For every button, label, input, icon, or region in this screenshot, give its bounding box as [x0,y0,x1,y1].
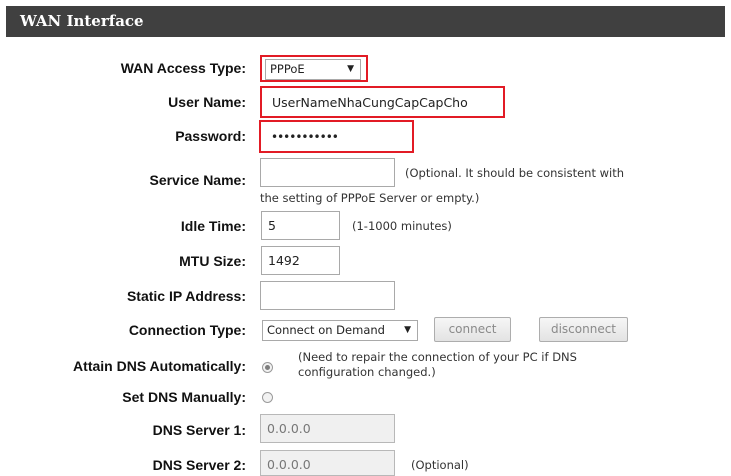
static-ip-label: Static IP Address: [126,288,246,304]
header-bar: WAN Interface [6,6,725,37]
mtu-size-label: MTU Size: [179,253,246,269]
wan-access-type-highlight [260,55,368,82]
static-ip-input[interactable] [260,281,395,310]
user-name-highlight [260,86,505,118]
dns-server-1-label: DNS Server 1: [152,422,246,438]
disconnect-button[interactable]: disconnect [539,317,628,342]
idle-time-note: (1-1000 minutes) [352,219,452,233]
connection-type-value: Connect on Demand [267,323,385,337]
connection-type-label: Connection Type: [128,322,246,338]
password-label: Password: [175,128,246,144]
attain-dns-note-line2: configuration changed.) [298,365,436,379]
service-name-input[interactable] [260,158,395,187]
idle-time-label: Idle Time: [180,218,246,234]
set-dns-radio[interactable] [262,392,273,403]
dns-server-2-label: DNS Server 2: [152,457,246,473]
attain-dns-note-line1: (Need to repair the connection of your P… [298,350,577,364]
mtu-size-input[interactable]: 1492 [261,246,340,275]
dns-server-2-note: (Optional) [411,458,469,472]
connection-type-select[interactable]: Connect on Demand ▼ [262,320,418,341]
dns-server-1-input[interactable]: 0.0.0.0 [260,414,395,443]
password-highlight [259,120,414,153]
service-name-label: Service Name: [149,172,246,188]
service-name-note-line2: the setting of PPPoE Server or empty.) [260,191,480,205]
set-dns-label: Set DNS Manually: [122,389,246,405]
idle-time-input[interactable]: 5 [261,211,340,240]
attain-dns-radio[interactable] [262,362,273,373]
dns-server-2-input[interactable]: 0.0.0.0 [260,450,395,476]
user-name-label: User Name: [168,94,246,110]
attain-dns-label: Attain DNS Automatically: [73,358,246,374]
page-title: WAN Interface [20,12,144,30]
chevron-down-icon: ▼ [404,325,411,335]
service-name-note-line1: (Optional. It should be consistent with [405,166,625,180]
wan-access-type-label: WAN Access Type: [120,60,246,76]
connect-button[interactable]: connect [434,317,511,342]
